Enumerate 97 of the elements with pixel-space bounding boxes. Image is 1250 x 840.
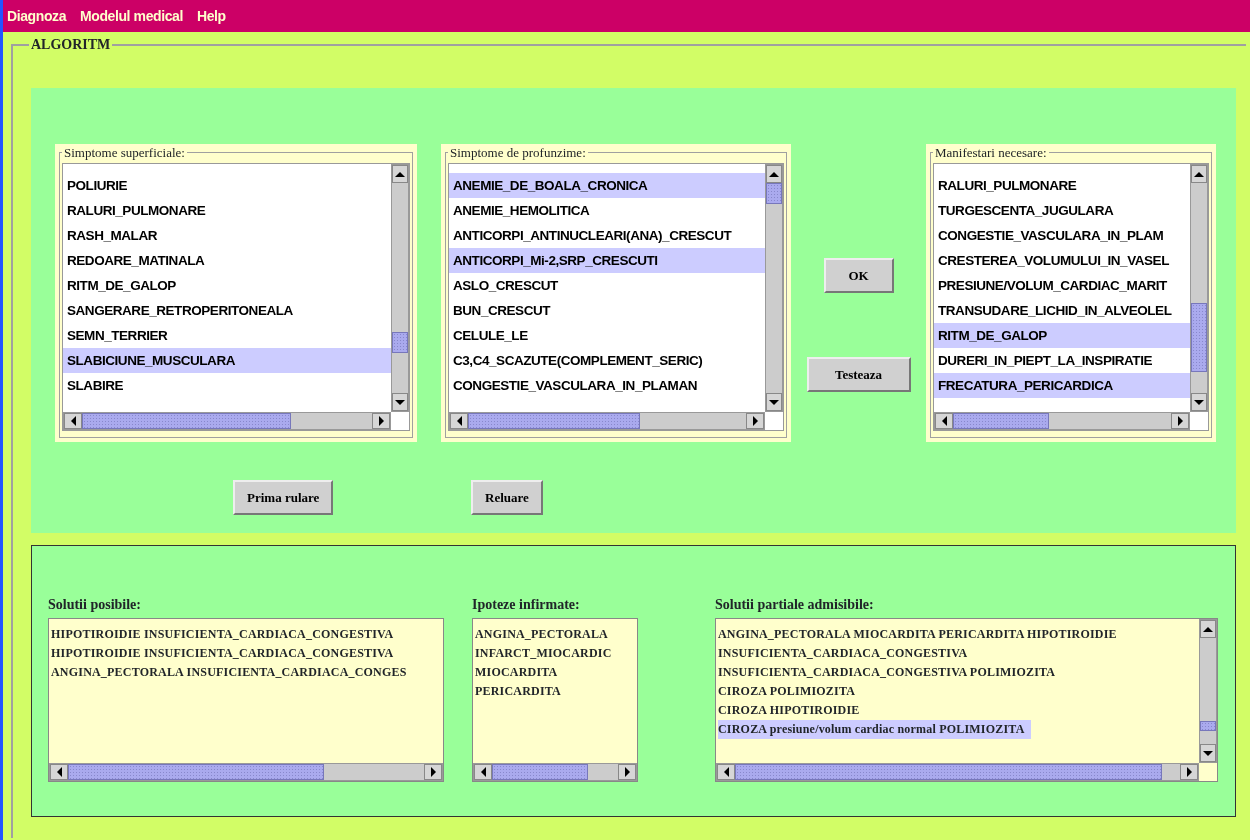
list-item[interactable]: SLABIRE [63,373,391,398]
list-item[interactable]: ANEMIE_DE_BOALA_CRONICA [449,173,765,198]
list-item[interactable]: DURERI_IN_PIEPT_LA_INSPIRATIE [934,348,1190,373]
list-item[interactable]: CELULE_LE [449,323,765,348]
text-line: ANGINA_PECTORALA [475,627,608,641]
scroll-left-button[interactable] [64,413,82,429]
scroll-left-button[interactable] [935,413,953,429]
section-label: Ipoteze infirmate: [472,596,581,614]
scroll-left-button[interactable] [717,764,735,780]
text-line: CIROZA POLIMIOZITA [718,684,856,698]
list-item[interactable]: ANTICORPI_ANTINUCLEARI(ANA)_CRESCUT [449,223,765,248]
list-item[interactable]: CONGESTIE_VASCULARA_IN_PLAM [934,223,1190,248]
text-line: INFARCT_MIOCARDIC [475,646,612,660]
scroll-right-button[interactable] [372,413,390,429]
horizontal-scrollbar[interactable] [473,763,637,781]
list-item[interactable]: RALURI_PULMONARE [934,173,1190,198]
list-item[interactable]: TRANSUDARE_LICHID_IN_ALVEOLEL [934,298,1190,323]
list-title: Simptome superficiale: [63,146,186,159]
scroll-left-button[interactable] [450,413,468,429]
text-line: PERICARDITA [475,684,561,698]
scroll-right-button[interactable] [424,764,442,780]
scrollbar-thumb[interactable] [392,332,408,354]
scroll-left-button[interactable] [474,764,492,780]
scrollbar-thumb[interactable] [766,183,782,204]
horizontal-scrollbar[interactable] [449,412,765,430]
scroll-left-button[interactable] [50,764,68,780]
vertical-scrollbar[interactable] [391,164,409,412]
text-area[interactable] [715,618,1218,782]
list-item[interactable]: SANGERARE_RETROPERITONEALA [63,298,391,323]
scroll-right-button[interactable] [1180,764,1198,780]
list-item[interactable]: REDOARE_MATINALA [63,248,391,273]
list-item[interactable]: CRESTEREA_VOLUMULUI_IN_VASEL [934,248,1190,273]
section-label: Solutii posibile: [48,596,142,614]
text-line: CIROZA HIPOTIROIDIE [718,703,860,717]
text-line: HIPOTIROIDIE INSUFICIENTA_CARDIACA_CONGESTIVA [51,646,394,660]
scrollbar-thumb[interactable] [68,764,325,780]
horizontal-scrollbar[interactable] [716,763,1199,781]
horizontal-scrollbar[interactable] [934,412,1190,430]
list-item[interactable]: CONGESTIE_VASCULARA_IN_PLAMAN [449,373,765,398]
scroll-right-button[interactable] [746,413,764,429]
text-line: INSUFICIENTA_CARDIACA_CONGESTIVA POLIMIOZITA [718,665,1056,679]
vertical-scrollbar[interactable] [1190,164,1208,412]
text-area[interactable]: HIPOTIROIDIE INSUFICIENTA_CARDIACA_CONGESTIVA HIPOTIROIDIE INSUFICIENTA_CARDIACA_CONGESTIVA ANGINA_PECTORALA INSUFICIENTA_CARDIACA_CONGES [48,618,444,782]
scrollbar-thumb[interactable] [735,764,1163,780]
text-line: ANGINA_PECTORALA MIOCARDITA PERICARDITA HIPOTIROIDIE [718,627,1117,641]
list-item[interactable]: RASH_MALAR [63,223,391,248]
list-item[interactable]: C3,C4_SCAZUTE(COMPLEMENT_SERIC) [449,348,765,373]
list-item[interactable]: SLABICIUNE_MUSCULARA [63,348,391,373]
list-box[interactable]: POLIURIE RALURI_PULMONARE RASH_MALAR REDOARE_MATINALA RITM_DE_GALOP SANGERARE_RETROPERITONEALA SEMN_TERRIER SLABICIUNE_MUSCULARA SLABIRE [62,163,410,431]
list-item[interactable]: BUN_CRESCUT [449,298,765,323]
scroll-down-button[interactable] [392,393,408,411]
menu-item[interactable]: Diagnoza [7,5,67,27]
list-item[interactable]: FRECATURA_PERICARDICA [934,373,1190,398]
horizontal-scrollbar[interactable] [49,763,443,781]
vertical-scrollbar[interactable] [765,164,783,412]
menu-item[interactable]: Help [196,5,226,27]
list-item[interactable]: PRESIUNE/VOLUM_CARDIAC_MARIT [934,273,1190,298]
ok-button[interactable]: OK [823,258,894,293]
list-title: Simptome de profunzime: [449,146,587,159]
list-item[interactable]: ANEMIE_HEMOLITICA [449,198,765,223]
scroll-down-button[interactable] [1200,744,1216,762]
list-title: Manifestari necesare: [934,146,1048,159]
first-run-button[interactable]: Prima rulare [233,480,334,515]
list-item[interactable]: TURGESCENTA_JUGULARA [934,198,1190,223]
scroll-down-button[interactable] [766,393,782,411]
text-line: INSUFICIENTA_CARDIACA_CONGESTIVA [718,646,968,660]
section-label: Solutii partiale admisibile: [715,596,875,614]
scroll-right-button[interactable] [1171,413,1189,429]
text-line: ANGINA_PECTORALA INSUFICIENTA_CARDIACA_CONGES [51,665,407,679]
scroll-up-button[interactable] [1191,165,1207,183]
menu-item[interactable]: Modelul medical [80,5,183,27]
list-item[interactable]: ASLO_CRESCUT [449,273,765,298]
test-button[interactable]: Testeaza [806,357,911,392]
text-line: HIPOTIROIDIE INSUFICIENTA_CARDIACA_CONGESTIVA [51,627,394,641]
list-item[interactable]: POLIURIE [63,173,391,198]
list-item[interactable]: ANTICORPI_Mi-2,SRP_CRESCUTI [449,248,765,273]
horizontal-scrollbar[interactable] [63,412,391,430]
scroll-up-button[interactable] [392,165,408,183]
rerun-button[interactable]: Reluare [471,480,543,515]
text-line: MIOCARDITA [475,665,558,679]
scrollbar-thumb[interactable] [1191,302,1207,372]
group-title: ALGORITM [30,38,112,52]
list-item[interactable]: SEMN_TERRIER [63,323,391,348]
scroll-right-button[interactable] [618,764,636,780]
scroll-up-button[interactable] [766,165,782,183]
scrollbar-thumb[interactable] [492,764,588,780]
scrollbar-thumb[interactable] [82,413,291,429]
scrollbar-thumb[interactable] [468,413,641,429]
scroll-down-button[interactable] [1191,393,1207,411]
scroll-up-button[interactable] [1200,620,1216,638]
vertical-scrollbar[interactable] [1199,619,1217,763]
scrollbar-thumb[interactable] [953,413,1049,429]
list-item[interactable]: RITM_DE_GALOP [934,323,1190,348]
text-area[interactable]: ANGINA_PECTORALA INFARCT_MIOCARDIC MIOCARDITA PERICARDITA [472,618,638,782]
scrollbar-thumb[interactable] [1200,720,1216,732]
list-item[interactable]: RITM_DE_GALOP [63,273,391,298]
list-item[interactable]: RALURI_PULMONARE [63,198,391,223]
